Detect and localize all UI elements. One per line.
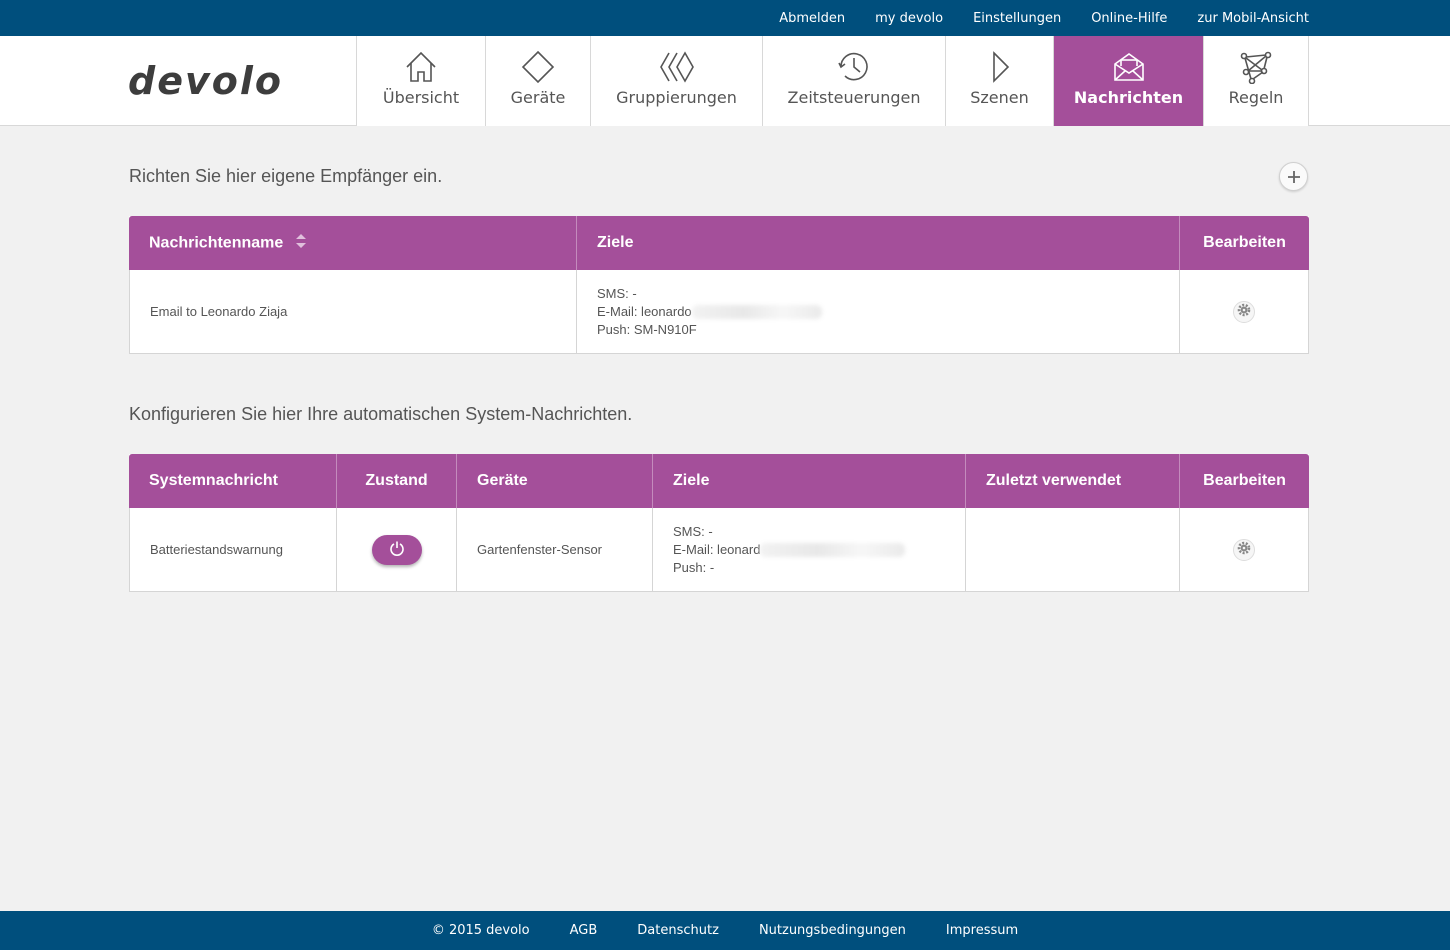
power-icon	[389, 540, 405, 559]
email-target-row: E-Mail: leonardo	[597, 303, 1159, 321]
recipients-table: Nachrichtenname Ziele Bearbeiten Email t…	[129, 216, 1309, 354]
nav-label: Gruppierungen	[616, 88, 737, 107]
gear-icon	[1237, 541, 1251, 558]
column-header-targets: Ziele	[652, 454, 965, 508]
nav-item-messages[interactable]: Nachrichten	[1054, 36, 1204, 126]
diamond-icon	[521, 49, 555, 85]
envelope-icon	[1112, 49, 1146, 85]
edit-system-message-button[interactable]	[1233, 538, 1255, 561]
terms-link[interactable]: Nutzungsbedingungen	[759, 923, 906, 938]
column-header-last-used: Zuletzt verwendet	[965, 454, 1179, 508]
nav-item-scenes[interactable]: Szenen	[946, 36, 1054, 126]
group-icon	[659, 49, 695, 85]
nav-label: Regeln	[1228, 88, 1284, 107]
sms-target: SMS: -	[673, 523, 713, 539]
column-header-state: Zustand	[336, 454, 456, 508]
edit-recipient-button[interactable]	[1233, 300, 1255, 323]
column-header-edit: Bearbeiten	[1179, 454, 1309, 508]
main-nav: Übersicht Geräte Gruppierungen Zeitsteue…	[356, 36, 1309, 126]
devolo-logo[interactable]: devolo	[128, 59, 283, 103]
push-target: Push: SM-N910F	[597, 321, 697, 337]
table-row: Batteriestandswarnung Gartenfenster-Sens…	[129, 508, 1309, 592]
recipients-title: Richten Sie hier eigene Empfänger ein.	[129, 166, 443, 186]
email-target: E-Mail: leonardo	[597, 303, 692, 319]
sort-icon[interactable]	[295, 233, 306, 253]
system-messages-table: Systemnachricht Zustand Geräte Ziele Zul…	[129, 454, 1309, 592]
mobile-view-link[interactable]: zur Mobil-Ansicht	[1197, 11, 1309, 26]
nav-label: Übersicht	[382, 88, 460, 107]
system-messages-title: Konfigurieren Sie hier Ihre automatische…	[129, 404, 633, 424]
network-icon	[1239, 49, 1273, 85]
nav-item-devices[interactable]: Geräte	[486, 36, 591, 126]
table-header-row: Systemnachricht Zustand Geräte Ziele Zul…	[129, 454, 1309, 508]
plus-icon	[1287, 167, 1301, 187]
targets-cell: SMS: - E-Mail: leonard Push: -	[652, 508, 965, 592]
redacted-blur	[760, 543, 906, 558]
agb-link[interactable]: AGB	[570, 923, 598, 938]
imprint-link[interactable]: Impressum	[946, 923, 1018, 938]
email-target: E-Mail: leonard	[673, 541, 761, 557]
my-devolo-link[interactable]: my devolo	[875, 11, 943, 26]
online-help-link[interactable]: Online-Hilfe	[1091, 11, 1167, 26]
copyright: © 2015 devolo	[431, 923, 530, 938]
system-message-cell: Batteriestandswarnung	[129, 508, 336, 592]
nav-item-rules[interactable]: Regeln	[1204, 36, 1309, 126]
logout-link[interactable]: Abmelden	[779, 11, 845, 26]
state-toggle-button[interactable]	[371, 534, 422, 565]
play-icon	[983, 49, 1017, 85]
top-links: Abmelden my devolo Einstellungen Online-…	[749, 0, 1309, 36]
nav-item-overview[interactable]: Übersicht	[357, 36, 486, 126]
state-cell	[336, 508, 456, 592]
column-header-devices: Geräte	[456, 454, 652, 508]
nav-label: Nachrichten	[1073, 88, 1184, 107]
targets-cell: SMS: - E-Mail: leonardo Push: SM-N910F	[576, 270, 1179, 354]
last-used-cell	[965, 508, 1179, 592]
column-header-message-name[interactable]: Nachrichtenname	[129, 216, 576, 270]
gear-icon	[1237, 303, 1251, 320]
column-header-edit: Bearbeiten	[1179, 216, 1309, 270]
email-target-row: E-Mail: leonard	[673, 541, 945, 559]
edit-cell	[1179, 508, 1309, 592]
edit-cell	[1179, 270, 1309, 354]
footer: © 2015 devolo AGB Datenschutz Nutzungsbe…	[0, 911, 1450, 950]
header: devolo Übersicht Geräte Gruppierungen Ze…	[0, 36, 1450, 126]
message-name-cell: Email to Leonardo Ziaja	[129, 270, 576, 354]
redacted-blur	[691, 305, 822, 320]
push-target: Push: -	[673, 559, 715, 575]
privacy-link[interactable]: Datenschutz	[637, 923, 719, 938]
settings-link[interactable]: Einstellungen	[973, 11, 1061, 26]
nav-item-schedules[interactable]: Zeitsteuerungen	[763, 36, 946, 126]
nav-label: Szenen	[970, 88, 1029, 107]
clock-icon	[837, 49, 871, 85]
nav-label: Zeitsteuerungen	[787, 88, 921, 107]
table-row: Email to Leonardo Ziaja SMS: - E-Mail: l…	[129, 270, 1309, 354]
column-header-targets: Ziele	[576, 216, 1179, 270]
top-bar: Abmelden my devolo Einstellungen Online-…	[0, 0, 1450, 36]
nav-item-groups[interactable]: Gruppierungen	[591, 36, 763, 126]
add-recipient-button[interactable]	[1279, 162, 1308, 191]
sms-target: SMS: -	[597, 285, 637, 301]
home-icon	[404, 49, 438, 85]
column-header-system-message: Systemnachricht	[129, 454, 336, 508]
table-header-row: Nachrichtenname Ziele Bearbeiten	[129, 216, 1309, 270]
nav-label: Geräte	[510, 88, 566, 107]
devices-cell: Gartenfenster-Sensor	[456, 508, 652, 592]
